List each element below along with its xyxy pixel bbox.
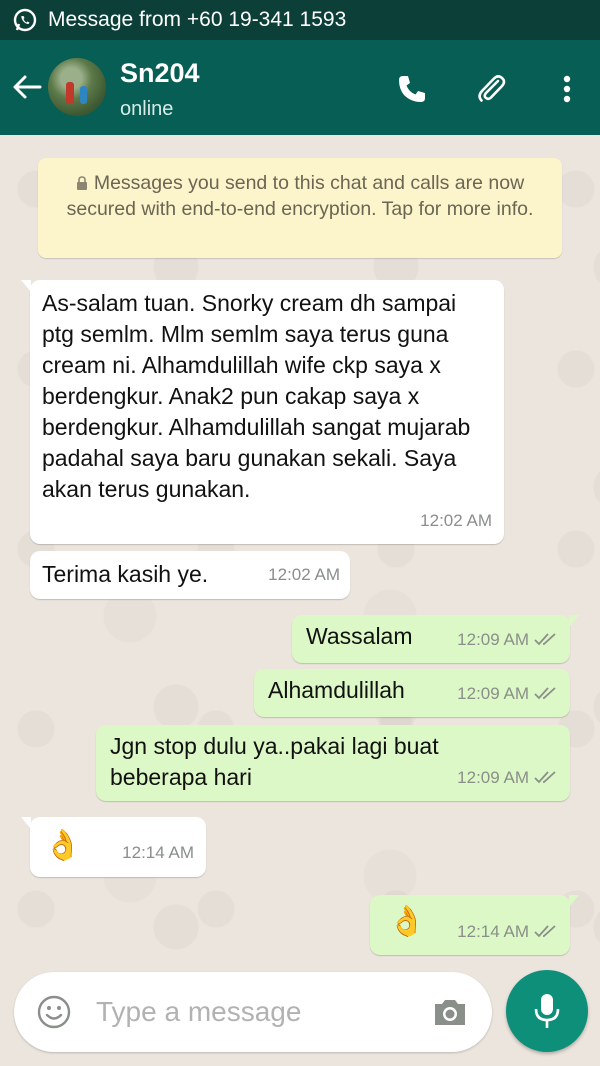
message-time: 12:09 AM	[457, 624, 558, 655]
notification-text: Message from +60 19-341 1593	[48, 8, 347, 31]
double-check-icon	[534, 925, 556, 938]
message-composer[interactable]: Type a message	[14, 972, 492, 1052]
message-bubble-outgoing[interactable]: Jgn stop dulu ya..pakai lagi buat bebera…	[96, 725, 570, 801]
lock-icon	[76, 176, 87, 190]
encryption-notice[interactable]: Messages you send to this chat and calls…	[38, 158, 562, 258]
message-bubble-outgoing[interactable]: Alhamdulillah 12:09 AM	[254, 669, 570, 717]
message-text: As-salam tuan. Snorky cream dh sampai pt…	[42, 290, 471, 502]
message-time: 12:09 AM	[457, 762, 558, 793]
notification-bar[interactable]: Message from +60 19-341 1593	[0, 0, 600, 40]
paperclip-icon[interactable]	[474, 72, 508, 106]
avatar[interactable]	[48, 58, 106, 116]
double-check-icon	[534, 771, 556, 784]
ok-hand-emoji: 👌	[388, 905, 426, 938]
chat-header: Sn204 online	[0, 40, 600, 135]
message-bubble-outgoing[interactable]: Wassalam 12:09 AM	[292, 615, 579, 663]
message-bubble-incoming[interactable]: As-salam tuan. Snorky cream dh sampai pt…	[21, 280, 504, 544]
message-time: 12:14 AM	[122, 843, 194, 862]
message-time: 12:14 AM	[457, 916, 558, 947]
voice-record-button[interactable]	[506, 970, 588, 1052]
message-time: 12:02 AM	[268, 565, 340, 584]
microphone-icon	[534, 994, 560, 1028]
more-vert-icon[interactable]	[550, 72, 584, 106]
whatsapp-icon	[13, 8, 37, 32]
double-check-icon	[534, 687, 556, 700]
emoji-icon[interactable]	[36, 994, 72, 1030]
message-time: 12:09 AM	[457, 678, 558, 709]
camera-icon[interactable]	[432, 996, 468, 1028]
contact-status: online	[120, 98, 174, 120]
phone-icon[interactable]	[395, 72, 429, 106]
ok-hand-emoji: 👌	[44, 829, 82, 862]
message-input[interactable]: Type a message	[96, 996, 301, 1028]
message-bubble-incoming[interactable]: 👌 12:14 AM	[21, 817, 206, 877]
back-arrow-icon[interactable]	[10, 70, 44, 104]
message-time: 12:02 AM	[420, 511, 492, 530]
encryption-text: Messages you send to this chat and calls…	[66, 172, 534, 220]
message-bubble-outgoing[interactable]: 👌 12:14 AM	[370, 895, 579, 955]
double-check-icon	[534, 633, 556, 646]
contact-name[interactable]: Sn204	[120, 58, 200, 89]
message-bubble-incoming[interactable]: Terima kasih ye. 12:02 AM	[30, 551, 350, 599]
